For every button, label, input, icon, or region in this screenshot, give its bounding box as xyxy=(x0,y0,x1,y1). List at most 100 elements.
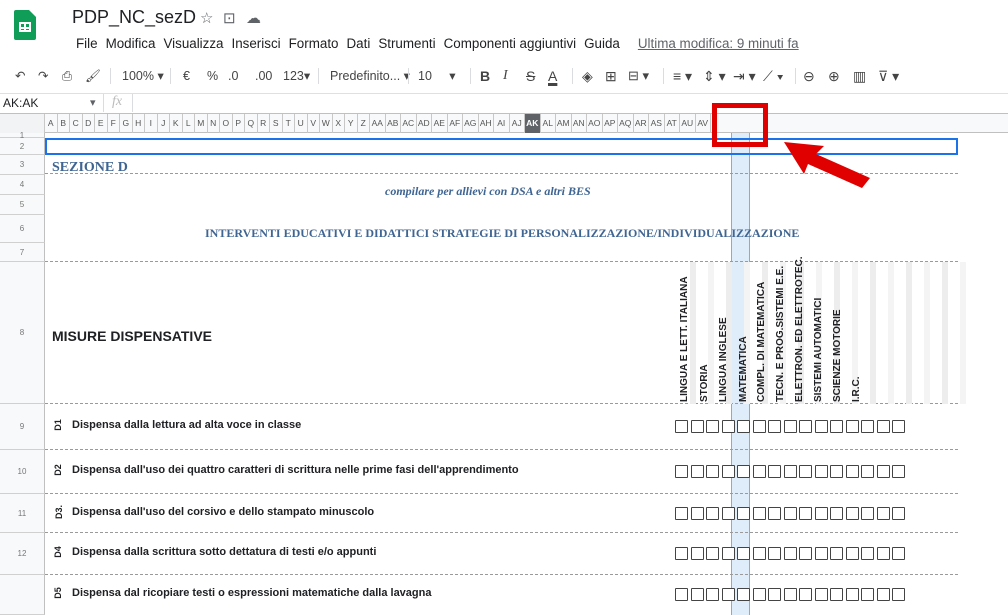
checkbox[interactable] xyxy=(721,420,735,433)
column-header-x[interactable]: X xyxy=(333,114,345,133)
checkbox[interactable] xyxy=(892,506,905,520)
item-text[interactable]: Dispensa dall'uso dei quattro caratteri … xyxy=(72,464,519,476)
column-header-aq[interactable]: AQ xyxy=(618,114,634,133)
heading[interactable]: INTERVENTI EDUCATIVI E DIDATTICI STRATEG… xyxy=(205,226,799,241)
strikethrough-button[interactable]: S xyxy=(526,65,535,87)
column-header-f[interactable]: F xyxy=(108,114,120,133)
checkbox[interactable] xyxy=(830,420,843,433)
checkbox[interactable] xyxy=(706,465,719,478)
undo-icon[interactable]: ↶ xyxy=(15,65,25,87)
currency-button[interactable]: € xyxy=(183,65,190,87)
row-header-11[interactable]: 11 xyxy=(0,494,45,533)
column-header-t[interactable]: T xyxy=(283,114,295,133)
column-header-at[interactable]: AT xyxy=(665,114,680,133)
checkbox[interactable] xyxy=(737,506,750,520)
subject-header[interactable]: I.R.C. xyxy=(848,262,864,402)
checkbox[interactable] xyxy=(830,506,843,520)
name-box[interactable]: AK:AK xyxy=(3,96,38,110)
column-header-h[interactable]: H xyxy=(133,114,145,133)
doc-title[interactable]: PDP_NC_sezD xyxy=(72,7,196,28)
checkbox[interactable] xyxy=(845,588,859,601)
column-header-ar[interactable]: AR xyxy=(634,114,649,133)
menu-componenti-aggiuntivi[interactable]: Componenti aggiuntivi xyxy=(440,36,581,56)
checkbox[interactable] xyxy=(876,588,890,601)
checkbox[interactable] xyxy=(690,547,704,560)
checkbox[interactable] xyxy=(861,420,874,433)
increase-decimals-button[interactable]: .00 xyxy=(255,65,272,87)
checkbox[interactable] xyxy=(814,547,828,560)
checkbox[interactable] xyxy=(830,588,843,601)
row-header-4[interactable]: 4 xyxy=(0,175,45,195)
merge-cells-icon[interactable]: ⊟ ▾ xyxy=(628,65,649,87)
subtitle[interactable]: compilare per allievi con DSA e altri BE… xyxy=(385,184,591,199)
zoom-select[interactable]: 100% ▾ xyxy=(122,65,164,87)
checkbox[interactable] xyxy=(845,420,859,433)
checkbox[interactable] xyxy=(876,465,890,478)
checkbox[interactable] xyxy=(861,465,874,478)
last-edit-link[interactable]: Ultima modifica: 9 minuti fa xyxy=(634,36,803,56)
column-header-m[interactable]: M xyxy=(195,114,208,133)
star-icon[interactable]: ☆ xyxy=(200,9,213,27)
row-header-5[interactable]: 5 xyxy=(0,195,45,215)
column-header-a[interactable]: A xyxy=(45,114,58,133)
menu-strumenti[interactable]: Strumenti xyxy=(374,36,439,56)
cloud-status-icon[interactable]: ☁ xyxy=(246,9,261,27)
checkbox[interactable] xyxy=(706,420,719,433)
column-header-l[interactable]: L xyxy=(183,114,195,133)
checkbox[interactable] xyxy=(861,506,874,520)
text-wrapping-icon[interactable]: ⇥ ▾ xyxy=(733,65,756,87)
checkbox[interactable] xyxy=(768,588,781,601)
checkbox[interactable] xyxy=(675,506,688,520)
checkbox[interactable] xyxy=(706,547,719,560)
subject-header[interactable]: MATEMATICA xyxy=(735,262,751,402)
checkbox[interactable] xyxy=(706,588,719,601)
checkbox[interactable] xyxy=(892,588,905,601)
checkbox[interactable] xyxy=(721,547,735,560)
menu-file[interactable]: File xyxy=(72,36,102,56)
checkbox[interactable] xyxy=(814,465,828,478)
checkbox[interactable] xyxy=(892,547,905,560)
column-header-s[interactable]: S xyxy=(270,114,283,133)
checkbox[interactable] xyxy=(799,420,812,433)
column-header-ai[interactable]: AI xyxy=(494,114,510,133)
row-header-10[interactable]: 10 xyxy=(0,450,45,494)
checkbox[interactable] xyxy=(845,465,859,478)
checkbox[interactable] xyxy=(783,547,797,560)
column-header-u[interactable]: U xyxy=(295,114,308,133)
redo-icon[interactable]: ↷ xyxy=(38,65,48,87)
checkbox[interactable] xyxy=(675,547,688,560)
column-header-b[interactable]: B xyxy=(58,114,70,133)
column-header-ah[interactable]: AH xyxy=(479,114,494,133)
column-header-ae[interactable]: AE xyxy=(432,114,448,133)
column-header-av[interactable]: AV xyxy=(696,114,711,133)
column-header-ad[interactable]: AD xyxy=(417,114,432,133)
checkbox[interactable] xyxy=(675,588,688,601)
column-header-ag[interactable]: AG xyxy=(463,114,479,133)
name-box-dropdown-icon[interactable]: ▾ xyxy=(90,96,96,109)
checkbox[interactable] xyxy=(752,588,766,601)
column-header-j[interactable]: J xyxy=(158,114,170,133)
text-rotation-icon[interactable]: ⟋ ▾ xyxy=(763,65,784,87)
checkbox[interactable] xyxy=(814,420,828,433)
checkbox[interactable] xyxy=(892,420,905,433)
checkbox[interactable] xyxy=(752,465,766,478)
column-header-p[interactable]: P xyxy=(233,114,245,133)
subject-header[interactable]: SISTEMI AUTOMATICI xyxy=(810,262,826,402)
text-color-button[interactable]: A xyxy=(548,65,557,87)
menu-guida[interactable]: Guida xyxy=(580,36,624,56)
checkbox[interactable] xyxy=(737,420,750,433)
column-header-i[interactable]: I xyxy=(145,114,158,133)
column-header-e[interactable]: E xyxy=(95,114,108,133)
misure-label[interactable]: MISURE DISPENSATIVE xyxy=(52,328,212,344)
checkbox[interactable] xyxy=(752,547,766,560)
column-header-as[interactable]: AS xyxy=(649,114,665,133)
checkbox[interactable] xyxy=(768,465,781,478)
italic-button[interactable]: I xyxy=(503,65,508,87)
checkbox[interactable] xyxy=(690,465,704,478)
checkbox[interactable] xyxy=(768,420,781,433)
checkbox[interactable] xyxy=(830,547,843,560)
bold-button[interactable]: B xyxy=(480,65,490,87)
column-header-q[interactable]: Q xyxy=(245,114,258,133)
subject-header[interactable]: COMPL. DI MATEMATICA xyxy=(753,262,769,402)
row-header-12[interactable]: 12 xyxy=(0,533,45,575)
